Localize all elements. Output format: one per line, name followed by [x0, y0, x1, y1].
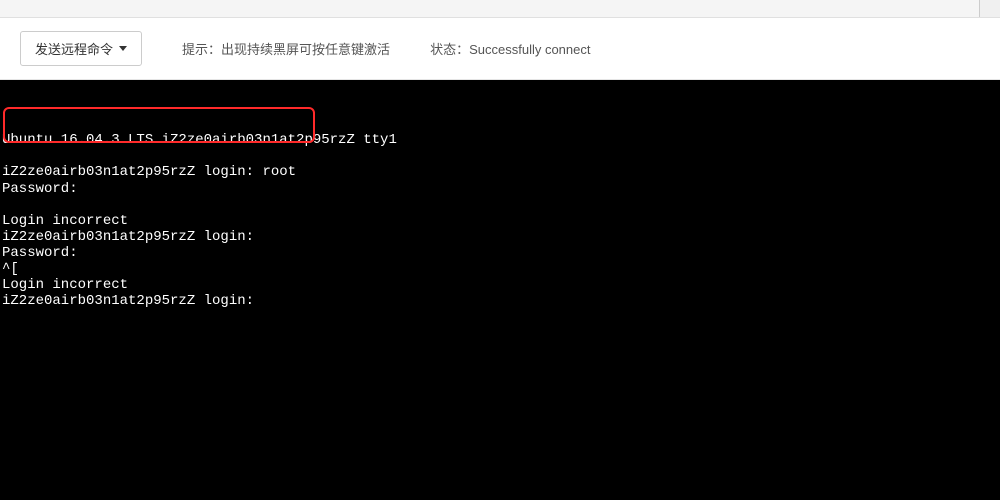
- chevron-down-icon: [119, 46, 127, 51]
- window-header-strip: [0, 0, 1000, 18]
- terminal-line: Login incorrect: [2, 277, 998, 293]
- toolbar: 发送远程命令 提示：出现持续黑屏可按任意键激活 状态：Successfully …: [0, 18, 1000, 80]
- terminal-line: iZ2ze0airb03n1at2p95rzZ login: root: [2, 164, 998, 180]
- terminal-output: Ubuntu 16.04.3 LTS iZ2ze0airb03n1at2p95r…: [2, 116, 998, 309]
- terminal-line: iZ2ze0airb03n1at2p95rzZ login:: [2, 229, 998, 245]
- terminal-line: [2, 116, 998, 132]
- terminal-line: Login incorrect: [2, 213, 998, 229]
- terminal-line: Ubuntu 16.04.3 LTS iZ2ze0airb03n1at2p95r…: [2, 132, 998, 148]
- hint-text: 提示：出现持续黑屏可按任意键激活: [182, 39, 390, 58]
- status-label: 状态: [430, 42, 456, 57]
- terminal-line: iZ2ze0airb03n1at2p95rzZ login:: [2, 293, 998, 309]
- hint-label: 提示: [182, 42, 208, 57]
- terminal-console[interactable]: Ubuntu 16.04.3 LTS iZ2ze0airb03n1at2p95r…: [0, 80, 1000, 500]
- terminal-line: [2, 197, 998, 213]
- terminal-line: [2, 148, 998, 164]
- terminal-line: Password:: [2, 245, 998, 261]
- status-value: Successfully connect: [469, 42, 590, 57]
- status-text: 状态：Successfully connect: [430, 39, 590, 58]
- hint-value: 出现持续黑屏可按任意键激活: [221, 42, 390, 57]
- terminal-line: ^[: [2, 261, 998, 277]
- terminal-line: Password:: [2, 181, 998, 197]
- send-remote-command-button[interactable]: 发送远程命令: [20, 31, 142, 66]
- send-remote-command-label: 发送远程命令: [35, 39, 113, 58]
